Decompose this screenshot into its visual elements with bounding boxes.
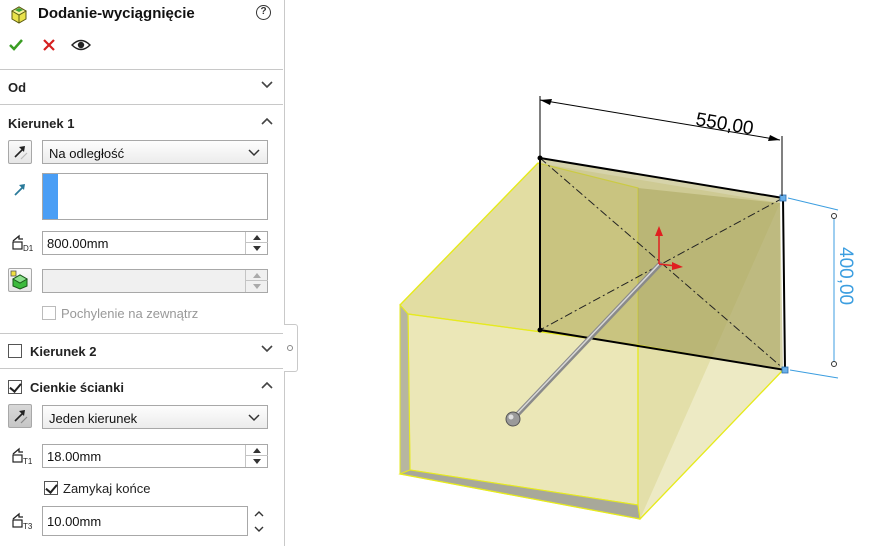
panel-header: Dodanie-wyciągnięcie ? <box>0 0 284 28</box>
sketch-vertex[interactable] <box>537 155 543 161</box>
thickness-icon: T1 <box>12 447 33 466</box>
svg-text:T3: T3 <box>23 522 33 531</box>
chevron-up-icon <box>261 381 273 389</box>
end-condition-dropdown[interactable]: Na odległość <box>42 140 268 164</box>
cap-thickness-input[interactable] <box>42 506 248 536</box>
extrude-drag-handle[interactable] <box>505 411 521 427</box>
help-icon[interactable]: ? <box>256 5 271 20</box>
direction2-checkbox[interactable] <box>8 344 22 358</box>
width-dimension-label[interactable]: 550,00 <box>694 109 755 139</box>
thickness-field[interactable] <box>43 445 243 467</box>
cap-ends-label: Zamykaj końce <box>63 481 151 496</box>
chevron-down-icon <box>248 149 260 157</box>
draft-toggle-button[interactable] <box>8 268 32 292</box>
selection-active-indicator <box>43 174 58 219</box>
direction-selection-box[interactable] <box>42 173 268 220</box>
body-left-wall-edge[interactable] <box>399 303 411 475</box>
depth-field[interactable] <box>43 232 243 254</box>
section-from[interactable]: Od <box>0 72 283 100</box>
section-direction2[interactable]: Kierunek 2 <box>0 336 283 364</box>
draft-angle-input[interactable] <box>42 269 268 293</box>
chevron-down-icon <box>261 345 273 353</box>
separator <box>0 368 283 369</box>
cap-ends-box <box>44 481 58 495</box>
draft-angle-decrement-button[interactable] <box>246 281 268 292</box>
section-direction2-label: Kierunek 2 <box>30 344 97 359</box>
draft-outward-box <box>42 306 56 320</box>
thin-feature-checkbox[interactable] <box>8 380 22 394</box>
cap-thickness-decrement-button[interactable] <box>252 523 266 535</box>
separator <box>0 333 283 334</box>
draft-icon <box>10 270 29 290</box>
reverse-direction-icon <box>14 410 28 424</box>
draft-angle-field[interactable] <box>43 270 243 292</box>
thin-type-value: Jeden kierunek <box>49 411 138 426</box>
preview-button[interactable] <box>70 34 92 56</box>
graphics-viewport[interactable]: 550,00 400,00 <box>298 0 888 546</box>
direction-vector-icon <box>14 184 25 196</box>
chevron-up-icon <box>261 117 273 125</box>
cap-thickness-spinner <box>252 508 266 536</box>
separator <box>0 104 283 105</box>
height-dimension-label[interactable]: 400,00 <box>835 247 856 305</box>
svg-text:T1: T1 <box>23 457 33 466</box>
reverse-direction-icon <box>14 146 28 160</box>
depth-spinner <box>245 232 268 254</box>
depth-increment-button[interactable] <box>246 232 268 243</box>
sketch-vertex-selected[interactable] <box>779 194 787 202</box>
panel-actions <box>0 34 284 56</box>
thin-type-dropdown[interactable]: Jeden kierunek <box>42 405 268 429</box>
section-thin-feature-label: Cienkie ścianki <box>30 380 124 395</box>
thickness-increment-button[interactable] <box>246 445 268 456</box>
chevron-down-icon <box>261 81 273 89</box>
draft-angle-spinner <box>245 270 268 292</box>
body-right-front-face[interactable] <box>637 344 785 521</box>
cap-thickness-icon: T3 <box>12 512 33 531</box>
depth-decrement-button[interactable] <box>246 243 268 254</box>
cap-thickness-field[interactable] <box>43 507 247 535</box>
close-icon <box>43 39 55 51</box>
thickness-input[interactable] <box>42 444 268 468</box>
eye-icon <box>71 39 91 51</box>
end-condition-value: Na odległość <box>49 146 125 161</box>
sketch-vertex-selected[interactable] <box>781 366 789 374</box>
cap-thickness-increment-button[interactable] <box>252 508 266 520</box>
separator <box>0 69 283 70</box>
cap-ends-checkbox[interactable]: Zamykaj końce <box>44 480 244 498</box>
section-direction1[interactable]: Kierunek 1 <box>0 108 283 136</box>
ok-button[interactable] <box>5 34 27 56</box>
depth-icon: D1 <box>12 234 34 253</box>
splitter-grip-icon <box>287 345 293 351</box>
draft-angle-increment-button[interactable] <box>246 270 268 281</box>
panel-splitter-handle[interactable] <box>284 324 298 372</box>
section-thin-feature[interactable]: Cienkie ścianki <box>0 372 283 400</box>
chevron-down-icon <box>248 414 260 422</box>
property-manager-panel: Dodanie-wyciągnięcie ? Od Kierunek 1 Na … <box>0 0 285 546</box>
extrude-feature-icon <box>10 6 28 24</box>
thickness-spinner <box>245 445 268 467</box>
section-from-label: Od <box>8 80 27 95</box>
reverse-direction-button[interactable] <box>8 140 32 164</box>
sketch-vertex[interactable] <box>537 327 543 333</box>
draft-outward-label: Pochylenie na zewnątrz <box>61 306 199 321</box>
section-direction1-label: Kierunek 1 <box>8 116 75 131</box>
depth-input[interactable] <box>42 231 268 255</box>
cancel-button[interactable] <box>38 34 60 56</box>
thin-reverse-direction-button[interactable] <box>8 404 32 428</box>
thickness-decrement-button[interactable] <box>246 456 268 467</box>
checkmark-icon <box>9 39 23 51</box>
svg-text:D1: D1 <box>23 244 34 253</box>
draft-outward-checkbox[interactable]: Pochylenie na zewnątrz <box>42 305 272 323</box>
panel-title: Dodanie-wyciągnięcie <box>38 5 195 22</box>
